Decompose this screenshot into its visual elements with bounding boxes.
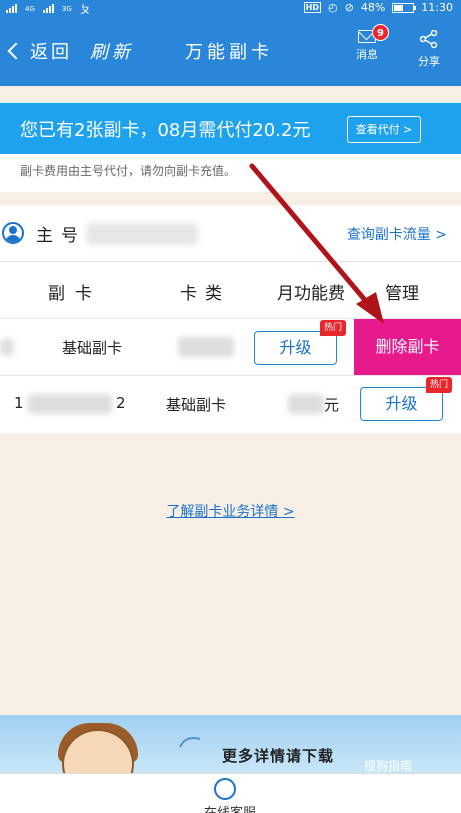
- payment-banner: 您已有2张副卡，08月需代付20.2元 查看代付 >: [0, 102, 461, 154]
- share-button[interactable]: 分享: [412, 29, 446, 69]
- signal-icon: [42, 3, 54, 16]
- decor-stroke-icon: [179, 737, 201, 748]
- table-header: 副卡 卡类 月功能费 管理: [0, 262, 461, 319]
- watermark: 搜狗指南: [364, 759, 413, 773]
- mute-icon: ⊘: [344, 1, 354, 14]
- table-row: 基础副卡 升级 热门 删除副卡: [0, 319, 461, 376]
- fee-blurred: [178, 337, 234, 357]
- app-notification-icon: ㄆ: [79, 3, 91, 16]
- col-header-fee: 月功能费: [277, 284, 345, 304]
- battery-percent: 48%: [360, 1, 386, 14]
- delete-sub-card-button[interactable]: 删除副卡: [354, 319, 461, 375]
- page-title: 万能副卡: [185, 42, 273, 63]
- card-type: 基础副卡: [166, 396, 227, 414]
- clock: 11:30: [421, 1, 453, 14]
- card-number-tail: 2: [116, 394, 126, 412]
- payment-note: 副卡费用由主号代付，请勿向副卡充值。: [0, 154, 461, 192]
- main-number-blurred: [86, 223, 198, 245]
- nav-bar: 返回 刷新 万能副卡 9 消息 分享: [0, 16, 461, 86]
- sub-card-panel: 主号 查询副卡流量 > 副卡 卡类 月功能费 管理 基础副卡 升级 热门 删除副…: [0, 205, 461, 433]
- share-label: 分享: [418, 55, 440, 68]
- battery-icon: [392, 2, 417, 13]
- online-service-label: 在线客服: [190, 802, 270, 813]
- status-bar: 4G 3G ㄆ HD ◴ ⊘ 48% 11:30: [0, 0, 461, 16]
- view-proxy-payment-button[interactable]: 查看代付 >: [347, 116, 421, 143]
- network-type-2: 3G: [61, 5, 72, 13]
- user-icon: [2, 222, 24, 244]
- back-button[interactable]: 返回: [4, 38, 72, 64]
- bottom-tab-bar: 在线客服: [0, 773, 461, 813]
- card-number-head: 1: [14, 394, 24, 412]
- main-number-label: 主号: [36, 226, 86, 246]
- col-header-manage: 管理: [385, 284, 419, 304]
- refresh-button[interactable]: 刷新: [90, 38, 134, 64]
- share-icon: [419, 29, 438, 49]
- query-flow-link[interactable]: 查询副卡流量 >: [347, 224, 447, 244]
- fee-unit: 元: [324, 396, 340, 414]
- network-type-1: 4G: [25, 5, 35, 13]
- hot-tag: 热门: [320, 320, 347, 336]
- alarm-icon: ◴: [328, 1, 338, 14]
- download-ad-banner[interactable]: 更多详情请下载 搜狗指南: [0, 715, 461, 773]
- chevron-left-icon: [7, 42, 25, 60]
- business-detail-link[interactable]: 了解副卡业务详情 >: [0, 501, 461, 521]
- main-number-row: 主号 查询副卡流量 >: [0, 205, 461, 262]
- banner-text: 您已有2张副卡，08月需代付20.2元: [20, 120, 311, 141]
- customer-service-icon: [214, 778, 236, 800]
- signal-icon: [6, 3, 17, 16]
- card-number-blurred: [0, 339, 14, 355]
- col-header-type: 卡类: [180, 284, 230, 304]
- messages-label: 消息: [356, 48, 378, 61]
- hd-voice-icon: HD: [303, 2, 322, 13]
- ad-text: 更多详情请下载: [222, 747, 335, 765]
- card-type: 基础副卡: [62, 339, 123, 357]
- fee-blurred: [288, 394, 324, 414]
- card-number-blurred: [28, 394, 112, 414]
- hot-tag: 热门: [426, 377, 453, 393]
- messages-button[interactable]: 9 消息: [352, 24, 389, 62]
- upgrade-button[interactable]: 升级: [254, 331, 337, 365]
- col-header-card: 副卡: [48, 284, 102, 304]
- table-row: 1 2 基础副卡 元 升级 热门: [0, 376, 461, 433]
- message-count-badge: 9: [372, 24, 389, 41]
- back-label: 返回: [30, 42, 72, 63]
